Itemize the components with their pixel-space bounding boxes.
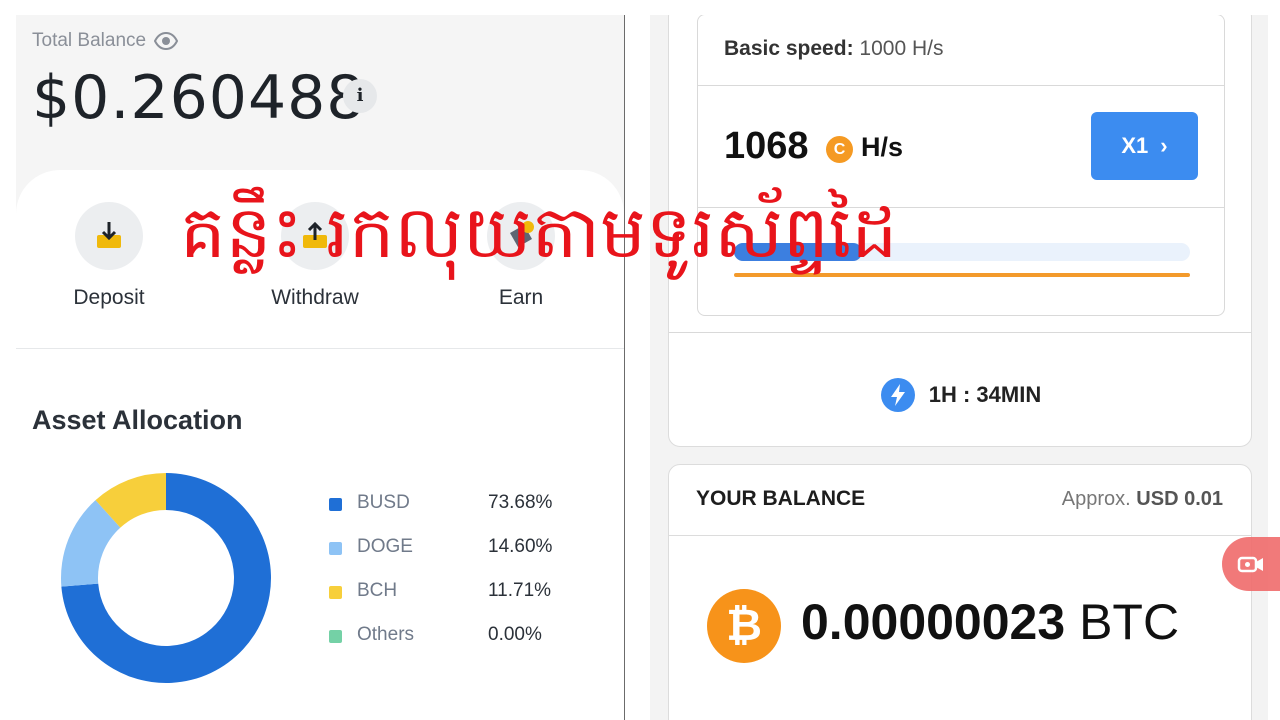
info-icon[interactable]: i [343, 79, 377, 113]
asset-allocation-title: Asset Allocation [32, 405, 243, 435]
allocation-legend: BUSD 73.68% DOGE 14.60% BCH 11.71% Other… [329, 488, 589, 664]
approx-label: Approx. [1061, 488, 1131, 510]
legend-value: 14.60% [488, 536, 553, 557]
btc-amount: 0.00000023 BTC [801, 593, 1179, 651]
legend-value: 11.71% [488, 580, 552, 601]
allocation-donut-chart [61, 473, 272, 683]
deposit-icon [75, 202, 143, 270]
legend-name: DOGE [357, 536, 413, 557]
overlay-title: គន្លឹះ រកលុយតាមទូរស័ព្ទដៃ [180, 190, 898, 274]
legend-value: 73.68% [488, 492, 553, 513]
boost-label: X1 [1121, 133, 1149, 158]
balance-title: YOUR BALANCE [696, 487, 866, 510]
legend-swatch [329, 586, 342, 599]
screen-record-icon[interactable] [1222, 537, 1280, 591]
section-divider [16, 348, 624, 349]
deposit-label: Deposit [73, 286, 145, 309]
eye-icon[interactable] [153, 29, 179, 53]
deposit-button[interactable]: Deposit [39, 202, 179, 310]
legend-item: DOGE 14.60% [329, 532, 589, 576]
current-speed: 1068 [724, 125, 809, 167]
balance-divider [669, 535, 1251, 536]
total-balance-value: $0.260488 [32, 63, 366, 133]
earn-label: Earn [498, 286, 544, 309]
basic-speed-label: Basic speed: [724, 37, 854, 60]
approx-value: USD 0.01 [1136, 488, 1223, 510]
total-balance-label: Total Balance [32, 30, 147, 51]
legend-name: Others [357, 624, 415, 645]
timer-divider [669, 332, 1251, 333]
btc-amount-unit: BTC [1079, 594, 1180, 650]
legend-item: BUSD 73.68% [329, 488, 589, 532]
speed-unit: H/s [861, 132, 904, 162]
bitcoin-icon: ₿ [707, 589, 781, 663]
legend-item: BCH 11.71% [329, 576, 589, 620]
legend-value: 0.00% [488, 624, 542, 645]
boost-button[interactable]: X1 › [1091, 112, 1198, 180]
legend-swatch [329, 630, 342, 643]
legend-name: BUSD [357, 492, 410, 513]
balance-approx: Approx. USD 0.01 [1062, 488, 1223, 511]
total-balance-row: Total Balance [32, 29, 179, 53]
legend-item: Others 0.00% [329, 620, 589, 664]
split-divider [624, 15, 625, 720]
balance-card: YOUR BALANCE Approx. USD 0.01 ₿ 0.000000… [668, 464, 1252, 720]
speed-divider [698, 85, 1224, 86]
miner-panel: Basic speed: 1000 H/s 1068 C H/s X1 › 1H… [650, 15, 1268, 720]
btc-amount-value: 0.00000023 [801, 594, 1066, 650]
legend-name: BCH [357, 580, 398, 601]
basic-speed: Basic speed: 1000 H/s [724, 37, 943, 61]
basic-speed-value: 1000 H/s [859, 37, 944, 60]
legend-swatch [329, 498, 342, 511]
lightning-icon [880, 378, 915, 412]
withdraw-label: Withdraw [271, 286, 359, 309]
timer-row: 1H : 34MIN [669, 378, 1253, 412]
boost-timer: 1H : 34MIN [928, 382, 1042, 407]
wallet-panel: Total Balance $0.260488 i Deposit Withdr… [16, 15, 624, 720]
chevron-right-icon: › [1160, 133, 1168, 158]
coin-icon: C [826, 136, 853, 163]
legend-swatch [329, 542, 342, 555]
